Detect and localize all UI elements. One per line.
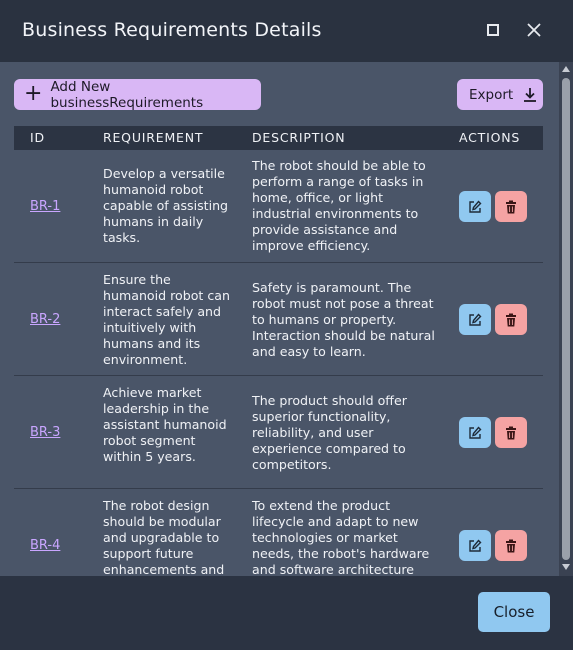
- add-business-requirement-button[interactable]: + Add New businessRequirements: [14, 78, 261, 111]
- requirement-text: Develop a versatile humanoid robot capab…: [103, 166, 229, 245]
- export-button-label: Export: [469, 86, 514, 103]
- trash-icon: [506, 539, 516, 552]
- dialog-titlebar: Business Requirements Details: [0, 0, 573, 62]
- requirement-text: The robot design should be modular and u…: [103, 498, 225, 576]
- column-header-requirement: REQUIREMENT: [103, 130, 204, 145]
- pencil-square-icon: [469, 312, 482, 326]
- vertical-scrollbar[interactable]: [559, 62, 573, 576]
- edit-button[interactable]: [459, 191, 491, 222]
- delete-button[interactable]: [495, 530, 527, 561]
- business-requirements-dialog: Business Requirements Details + Add New …: [0, 0, 573, 650]
- requirement-id-link[interactable]: BR-1: [30, 199, 60, 214]
- trash-icon: [506, 200, 516, 213]
- requirement-id-link[interactable]: BR-3: [30, 425, 60, 440]
- delete-button[interactable]: [495, 417, 527, 448]
- dialog-title: Business Requirements Details: [22, 19, 322, 41]
- requirement-text: Achieve market leadership in the assista…: [103, 385, 227, 464]
- table-row: BR-1 Develop a versatile humanoid robot …: [14, 150, 543, 263]
- dialog-content: + Add New businessRequirements Export ID…: [0, 62, 573, 576]
- trash-icon: [506, 313, 516, 326]
- pencil-square-icon: [469, 425, 482, 439]
- pencil-square-icon: [469, 538, 482, 552]
- scroll-down-arrow-icon[interactable]: [562, 564, 570, 570]
- column-header-id: ID: [30, 130, 45, 145]
- description-text: The robot should be able to perform a ra…: [252, 158, 426, 253]
- dialog-footer: Close: [0, 576, 573, 650]
- description-text: To extend the product lifecycle and adap…: [252, 498, 430, 576]
- trash-icon: [506, 426, 516, 439]
- description-text: Safety is paramount. The robot must not …: [252, 280, 435, 359]
- edit-button[interactable]: [459, 417, 491, 448]
- download-icon: [524, 88, 537, 102]
- add-button-label: Add New businessRequirements: [50, 78, 204, 111]
- table-header: ID REQUIREMENT DESCRIPTION ACTIONS: [14, 126, 543, 150]
- table-row: BR-4 The robot design should be modular …: [14, 489, 543, 576]
- requirement-id-link[interactable]: BR-4: [30, 538, 60, 553]
- plus-icon: +: [24, 80, 43, 106]
- maximize-icon[interactable]: [487, 24, 499, 36]
- scrollbar-thumb[interactable]: [562, 78, 570, 560]
- close-button[interactable]: Close: [478, 592, 550, 632]
- close-icon[interactable]: [525, 19, 543, 41]
- pencil-square-icon: [469, 199, 482, 213]
- edit-button[interactable]: [459, 304, 491, 335]
- column-header-actions: ACTIONS: [459, 130, 521, 145]
- table-row: BR-2 Ensure the humanoid robot can inter…: [14, 263, 543, 376]
- delete-button[interactable]: [495, 191, 527, 222]
- description-text: The product should offer superior functi…: [252, 393, 407, 472]
- export-button[interactable]: Export: [457, 79, 543, 110]
- table-row: BR-3 Achieve market leadership in the as…: [14, 376, 543, 489]
- scroll-up-arrow-icon[interactable]: [562, 66, 570, 72]
- requirement-text: Ensure the humanoid robot can interact s…: [103, 272, 231, 367]
- edit-button[interactable]: [459, 530, 491, 561]
- column-header-description: DESCRIPTION: [252, 130, 346, 145]
- delete-button[interactable]: [495, 304, 527, 335]
- requirement-id-link[interactable]: BR-2: [30, 312, 60, 327]
